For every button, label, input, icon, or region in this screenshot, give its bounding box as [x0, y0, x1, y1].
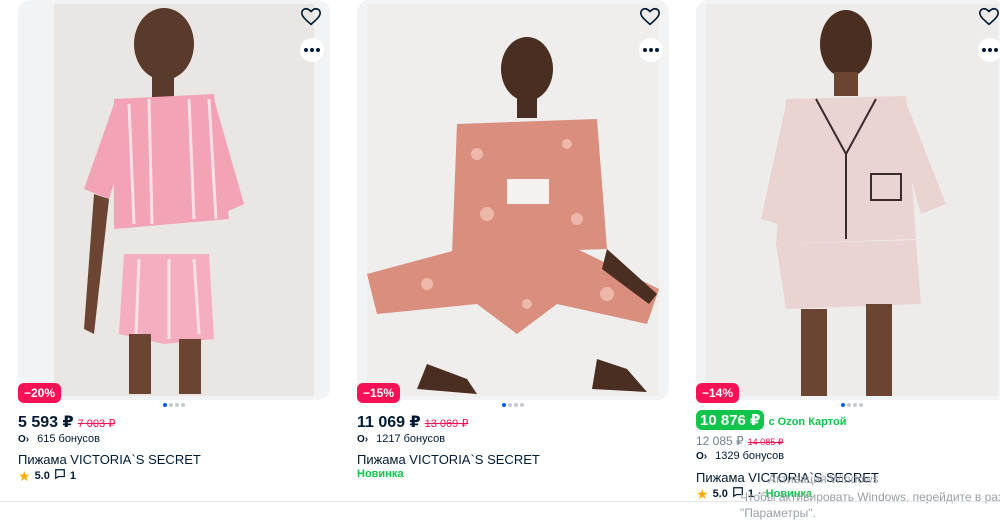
star-icon: ★: [696, 485, 709, 502]
more-icon[interactable]: [978, 38, 1000, 62]
product-photo: [367, 4, 659, 396]
windows-watermark-text-2: "Параметры".: [740, 506, 816, 520]
discount-badge: −15%: [357, 383, 401, 403]
price: 11 069 ₽: [357, 414, 421, 431]
more-icon[interactable]: [300, 38, 324, 62]
product-image[interactable]: [357, 0, 669, 400]
heart-icon[interactable]: [300, 6, 322, 28]
old-price: 13 069 ₽: [424, 418, 469, 430]
bonus-text: 1217 бонусов: [376, 433, 446, 445]
bonus-icon: O›: [18, 433, 30, 445]
price-row: 5 593 ₽ 7 003 ₽: [18, 412, 115, 432]
bonus-text: 615 бонусов: [37, 433, 100, 445]
more-icon[interactable]: [639, 38, 663, 62]
star-icon: ★: [18, 467, 31, 484]
bonus-icon: O›: [357, 433, 369, 445]
carousel-dots[interactable]: [163, 403, 185, 407]
bonus-icon: O›: [696, 450, 708, 462]
windows-watermark-title: Активация Windows: [768, 472, 879, 486]
tag-row: Новинка: [357, 468, 403, 480]
discount-badge: −20%: [18, 383, 62, 403]
bonus-text: 1329 бонусов: [715, 450, 785, 462]
ozon-price-row: 10 876 ₽ с Ozon Картой: [696, 410, 846, 430]
product-title[interactable]: Пижама VICTORIA`S SECRET: [357, 452, 540, 467]
new-tag: Новинка: [357, 468, 404, 480]
product-image[interactable]: [18, 0, 330, 400]
carousel-dots[interactable]: [841, 403, 863, 407]
carousel-dots[interactable]: [502, 403, 524, 407]
product-image[interactable]: [696, 0, 1000, 400]
bonus-row: O› 615 бонусов: [18, 433, 100, 445]
price: 12 085 ₽: [696, 434, 744, 448]
row-divider: [0, 501, 1000, 502]
product-photo: [706, 4, 998, 396]
price-row: 12 085 ₽ 14 085 ₽: [696, 434, 783, 448]
reviews-count: 1: [69, 469, 76, 482]
ozon-card-price: 10 876 ₽: [696, 410, 765, 430]
heart-icon[interactable]: [978, 6, 1000, 28]
bonus-row: O› 1329 бонусов: [696, 450, 784, 462]
price: 5 593 ₽: [18, 414, 74, 431]
product-photo: [54, 4, 314, 396]
ozon-card-label: с Ozon Картой: [768, 416, 847, 428]
old-price: 7 003 ₽: [77, 418, 116, 430]
bonus-row: O› 1217 бонусов: [357, 433, 445, 445]
product-title[interactable]: Пижама VICTORIA`S SECRET: [18, 452, 201, 467]
comment-icon: [54, 468, 66, 483]
old-price: 14 085 ₽: [747, 437, 784, 447]
rating-value: 5.0: [712, 487, 728, 500]
price-row: 11 069 ₽ 13 069 ₽: [357, 412, 468, 432]
heart-icon[interactable]: [639, 6, 661, 28]
discount-badge: −14%: [696, 383, 740, 403]
rating-row[interactable]: ★ 5.0 1: [18, 468, 76, 483]
rating-value: 5.0: [34, 469, 50, 482]
